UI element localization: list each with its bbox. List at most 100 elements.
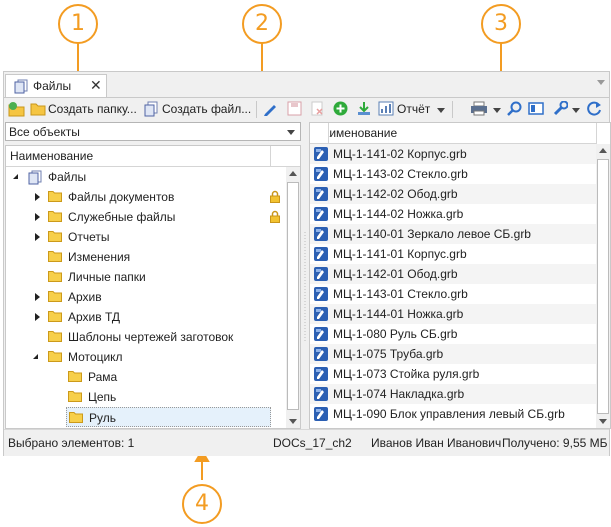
tree-item[interactable]: Цепь <box>6 387 284 407</box>
create-folder-button[interactable]: Создать папку... <box>48 102 137 116</box>
grb-file-icon <box>313 166 329 182</box>
object-filter-value: Все объекты <box>9 125 80 139</box>
file-name: МЦ-1-142-02 Обод.grb <box>333 187 458 201</box>
callout-4: 4 <box>182 484 222 524</box>
file-name: МЦ-1-143-02 Стекло.grb <box>333 167 468 181</box>
scroll-up-arrow-icon[interactable] <box>289 171 297 176</box>
file-row[interactable]: МЦ-1-144-01 Ножка.grb <box>310 304 596 324</box>
tree-item[interactable]: Руль <box>66 407 271 427</box>
file-row[interactable]: МЦ-1-141-01 Корпус.grb <box>310 244 596 264</box>
tab-files[interactable]: Файлы ✕ <box>5 74 107 97</box>
tree-item[interactable]: Изменения <box>6 247 284 267</box>
tree-expand-arrow-icon[interactable] <box>35 233 40 241</box>
file-row[interactable]: МЦ-1-080 Руль СБ.grb <box>310 324 596 344</box>
document-stack-icon <box>144 101 158 117</box>
scroll-down-arrow-icon[interactable] <box>289 419 297 424</box>
file-row[interactable]: МЦ-1-140-01 Зеркало левое СБ.grb <box>310 224 596 244</box>
tab-menu-chevron-icon[interactable] <box>597 80 605 85</box>
grb-file-icon <box>313 326 329 342</box>
chevron-down-icon[interactable] <box>287 130 295 135</box>
file-name: МЦ-1-075 Труба.grb <box>333 347 444 361</box>
tree-item[interactable]: Мотоцикл <box>6 347 284 367</box>
received-size-text: Получено: 9,55 МБ <box>502 436 608 450</box>
file-name: МЦ-1-141-02 Корпус.grb <box>333 147 467 161</box>
document-stack-icon <box>28 170 42 185</box>
report-chevron-down-icon[interactable] <box>437 108 445 113</box>
grb-file-icon <box>313 226 329 242</box>
edit-pencil-icon[interactable] <box>262 101 278 117</box>
file-row[interactable]: МЦ-1-143-02 Стекло.grb <box>310 164 596 184</box>
file-row[interactable]: МЦ-1-073 Стойка руля.grb <box>310 364 596 384</box>
file-row[interactable]: МЦ-1-075 Труба.grb <box>310 344 596 364</box>
delete-icon[interactable] <box>310 101 325 116</box>
object-filter-select[interactable]: Все объекты <box>5 122 301 141</box>
refresh-folder-icon[interactable] <box>8 101 26 117</box>
grb-file-icon <box>313 246 329 262</box>
folder-icon <box>48 270 62 282</box>
file-row[interactable]: МЦ-1-144-02 Ножка.grb <box>310 204 596 224</box>
print-chevron-down-icon[interactable] <box>493 108 501 113</box>
search-icon[interactable] <box>507 101 522 116</box>
grb-file-icon <box>313 186 329 202</box>
tree-item[interactable]: Личные папки <box>6 267 284 287</box>
folder-icon <box>48 250 62 262</box>
panel-splitter[interactable] <box>304 122 306 429</box>
tree-item[interactable]: Шаблоны чертежей заготовок <box>6 327 284 347</box>
file-row[interactable]: МЦ-1-090 Блок управления левый СБ.grb <box>310 404 596 424</box>
folder-icon <box>68 370 82 382</box>
view-icon[interactable] <box>528 101 544 116</box>
tree-column-header[interactable]: Наименование <box>6 146 271 167</box>
scrollbar-thumb[interactable] <box>597 159 609 414</box>
tree-expand-arrow-icon[interactable] <box>35 193 40 201</box>
tree-item[interactable]: Архив ТД <box>6 307 284 327</box>
file-list-column-header[interactable]: Наименование <box>310 123 597 144</box>
grb-file-icon <box>313 266 329 282</box>
tree-item[interactable]: Рама <box>6 367 284 387</box>
file-row[interactable]: МЦ-1-142-01 Обод.grb <box>310 264 596 284</box>
tree-expand-arrow-icon[interactable] <box>35 313 40 321</box>
file-name: МЦ-1-141-01 Корпус.grb <box>333 247 467 261</box>
save-icon[interactable] <box>287 101 302 116</box>
file-row[interactable]: МЦ-1-142-02 Обод.grb <box>310 184 596 204</box>
scroll-up-arrow-icon[interactable] <box>599 148 607 153</box>
file-name: МЦ-1-143-01 Стекло.grb <box>333 287 468 301</box>
file-name: МЦ-1-144-02 Ножка.grb <box>333 207 464 221</box>
tree-collapse-arrow-icon[interactable] <box>13 174 18 179</box>
file-list-scrollbar[interactable] <box>596 144 610 428</box>
settings-chevron-down-icon[interactable] <box>572 108 580 113</box>
grb-file-icon <box>313 306 329 322</box>
callout-2: 2 <box>242 4 282 44</box>
tree-scrollbar[interactable] <box>286 167 300 428</box>
tree-expand-arrow-icon[interactable] <box>35 293 40 301</box>
print-icon[interactable] <box>470 101 488 116</box>
status-bar: Выбрано элементов: 1 DOCs_17_ch2 Иванов … <box>4 429 609 456</box>
tree-expand-arrow-icon[interactable] <box>35 213 40 221</box>
report-icon[interactable] <box>378 101 394 116</box>
file-name: МЦ-1-080 Руль СБ.grb <box>333 327 458 341</box>
create-file-button[interactable]: Создать файл... <box>162 102 251 116</box>
download-icon[interactable] <box>356 101 372 116</box>
scrollbar-thumb[interactable] <box>287 182 299 410</box>
tree-item[interactable]: Служебные файлы <box>6 207 284 227</box>
lock-icon <box>270 190 280 203</box>
folder-icon <box>68 390 82 402</box>
folder-icon <box>48 310 62 322</box>
settings-wrench-icon[interactable] <box>553 101 568 116</box>
tree-item-label: Личные папки <box>68 270 146 284</box>
tree-collapse-arrow-icon[interactable] <box>33 354 38 359</box>
tree-item[interactable]: Архив <box>6 287 284 307</box>
file-row[interactable]: МЦ-1-143-01 Стекло.grb <box>310 284 596 304</box>
tree-item-label: Архив <box>68 290 102 304</box>
grb-file-icon <box>313 386 329 402</box>
tree-item[interactable]: Файлы <box>6 167 284 187</box>
tree-item[interactable]: Отчеты <box>6 227 284 247</box>
report-button[interactable]: Отчёт <box>397 102 430 116</box>
file-row[interactable]: МЦ-1-141-02 Корпус.grb <box>310 144 596 164</box>
reload-icon[interactable] <box>587 101 602 116</box>
file-name: МЦ-1-074 Накладка.grb <box>333 387 465 401</box>
file-row[interactable]: МЦ-1-074 Накладка.grb <box>310 384 596 404</box>
close-icon[interactable]: ✕ <box>90 77 102 94</box>
add-icon[interactable] <box>333 101 348 116</box>
scroll-down-arrow-icon[interactable] <box>599 419 607 424</box>
tree-item[interactable]: Файлы документов <box>6 187 284 207</box>
